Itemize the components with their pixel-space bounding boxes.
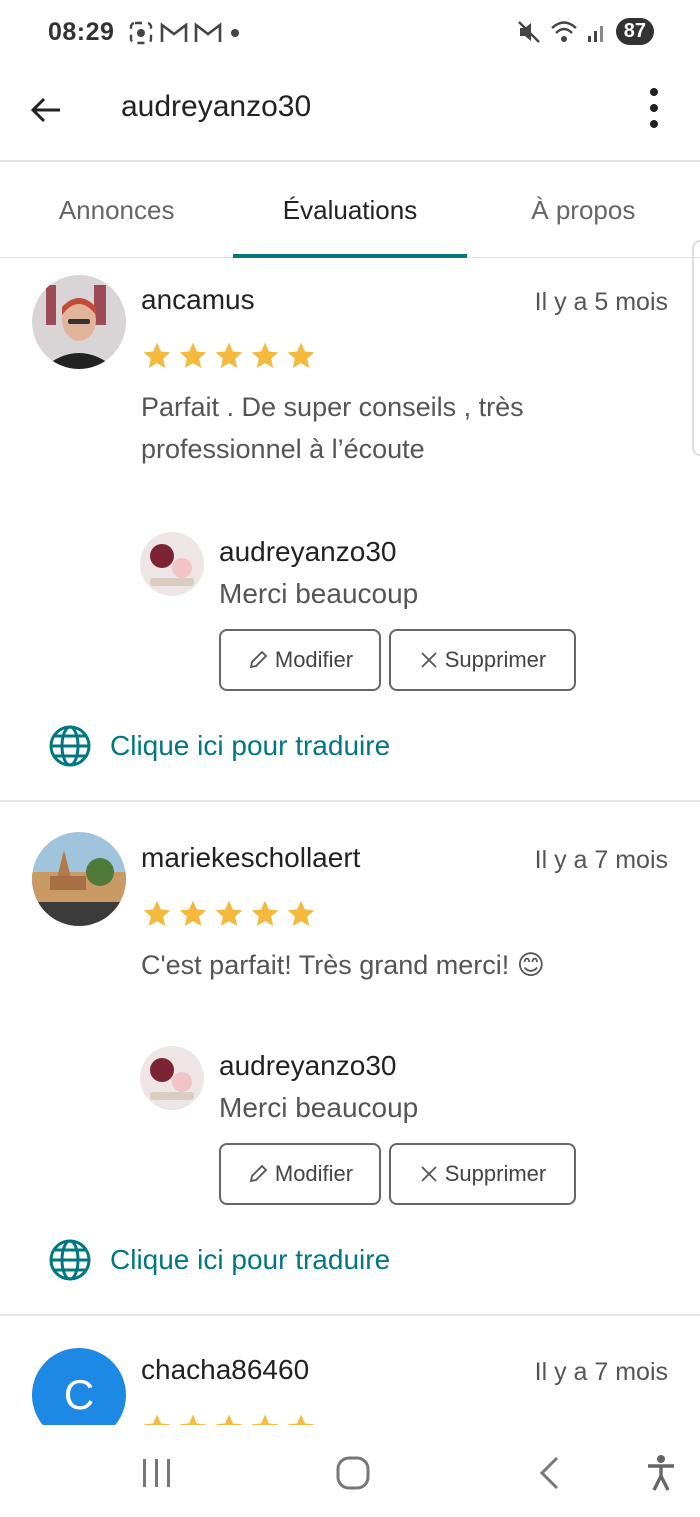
star-icon — [179, 900, 207, 926]
reply-avatar — [140, 1046, 204, 1110]
tab-a-propos[interactable]: À propos — [467, 164, 700, 257]
star-rating — [141, 1412, 317, 1425]
recent-apps-icon — [143, 1459, 170, 1487]
dot-icon — [231, 29, 239, 37]
user-photo-icon — [32, 832, 126, 926]
recent-apps-button[interactable] — [132, 1453, 182, 1493]
close-icon — [421, 1166, 437, 1182]
star-icon — [215, 900, 243, 926]
reviewer-avatar[interactable] — [32, 832, 126, 926]
system-nav-bar — [0, 1425, 700, 1517]
tab-evaluations[interactable]: Évaluations — [233, 164, 467, 258]
page-title: audreyanzo30 — [121, 90, 312, 123]
reply-author-name: audreyanzo30 — [219, 536, 397, 567]
app-bar: audreyanzo30 — [0, 70, 700, 162]
star-icon — [287, 1414, 315, 1425]
more-options-button[interactable] — [636, 84, 672, 132]
accessibility-icon — [648, 1455, 674, 1491]
wifi-icon — [550, 20, 577, 42]
star-icon — [179, 1414, 207, 1425]
star-icon — [215, 342, 243, 368]
more-vertical-icon — [650, 88, 658, 128]
notification-icons — [128, 20, 242, 46]
reviewer-avatar[interactable]: C — [32, 1348, 126, 1425]
back-button[interactable] — [20, 84, 72, 136]
review-item: C chacha86460 Il y a 7 mois — [0, 1316, 700, 1425]
gmail-icon — [160, 22, 188, 42]
home-button[interactable] — [328, 1453, 378, 1493]
battery-indicator: 87 — [615, 18, 654, 45]
home-icon — [336, 1456, 370, 1490]
star-icon — [143, 342, 171, 368]
tab-annonces[interactable]: Annonces — [0, 164, 233, 257]
review-date: Il y a 5 mois — [534, 288, 668, 316]
mute-icon — [517, 20, 540, 43]
star-icon — [215, 1414, 243, 1425]
review-date: Il y a 7 mois — [534, 846, 668, 874]
review-text: C'est parfait! Très grand merci! 😊 — [141, 950, 545, 980]
delete-label: Supprimer — [444, 1161, 547, 1186]
status-bar: 08:29 87 — [0, 0, 700, 70]
arrow-left-icon — [30, 97, 60, 123]
close-icon — [421, 652, 437, 668]
pencil-icon — [249, 650, 268, 669]
chevron-left-icon — [539, 1456, 559, 1490]
avatar-letter: C — [63, 1371, 95, 1418]
star-icon — [143, 1414, 171, 1425]
gmail-icon — [194, 22, 222, 42]
delete-reply-button[interactable]: Supprimer — [389, 629, 576, 691]
signal-icon — [587, 25, 603, 42]
status-time: 08:29 — [48, 18, 115, 46]
pencil-icon — [249, 1164, 268, 1183]
star-rating — [141, 898, 317, 930]
reviewer-avatar[interactable] — [32, 275, 126, 369]
delete-label: Supprimer — [444, 647, 547, 672]
review-date: Il y a 7 mois — [534, 1358, 668, 1386]
reviewer-name[interactable]: ancamus — [141, 284, 255, 316]
star-rating — [141, 340, 317, 372]
globe-icon — [49, 1239, 91, 1281]
system-icons: 87 — [516, 18, 654, 45]
review-item: ancamus Il y a 5 mois Parfait . De super… — [0, 258, 700, 802]
translate-label: Clique ici pour traduire — [110, 730, 391, 761]
profile-tabs: Annonces Évaluations À propos — [0, 164, 700, 258]
translate-link[interactable]: Clique ici pour traduire — [48, 1238, 390, 1282]
star-icon — [287, 900, 315, 926]
edit-reply-button[interactable]: Modifier — [219, 629, 381, 691]
reply-author-name: audreyanzo30 — [219, 1050, 397, 1081]
reply-text: Merci beaucoup — [219, 578, 419, 609]
back-nav-button[interactable] — [524, 1453, 574, 1493]
review-item: mariekeschollaert Il y a 7 mois C'est pa… — [0, 802, 700, 1316]
globe-icon — [49, 725, 91, 767]
shop-avatar-icon — [140, 1046, 204, 1110]
delete-reply-button[interactable]: Supprimer — [389, 1143, 576, 1205]
star-icon — [251, 342, 279, 368]
translate-link[interactable]: Clique ici pour traduire — [48, 724, 390, 768]
translate-label: Clique ici pour traduire — [110, 1244, 391, 1275]
star-icon — [143, 900, 171, 926]
star-icon — [251, 1414, 279, 1425]
user-photo-icon — [32, 275, 126, 369]
shop-avatar-icon — [140, 532, 204, 596]
star-icon — [179, 342, 207, 368]
edit-label: Modifier — [274, 647, 354, 672]
screenshot-icon — [129, 21, 153, 45]
reviewer-name[interactable]: chacha86460 — [141, 1354, 309, 1386]
star-icon — [251, 900, 279, 926]
reply-text: Merci beaucoup — [219, 1092, 419, 1123]
star-icon — [287, 342, 315, 368]
review-text: Parfait . De super conseils , très profe… — [141, 392, 524, 464]
reviewer-name[interactable]: mariekeschollaert — [141, 842, 360, 874]
accessibility-button[interactable] — [636, 1453, 686, 1493]
edit-reply-button[interactable]: Modifier — [219, 1143, 381, 1205]
reply-avatar — [140, 532, 204, 596]
edit-label: Modifier — [274, 1161, 354, 1186]
